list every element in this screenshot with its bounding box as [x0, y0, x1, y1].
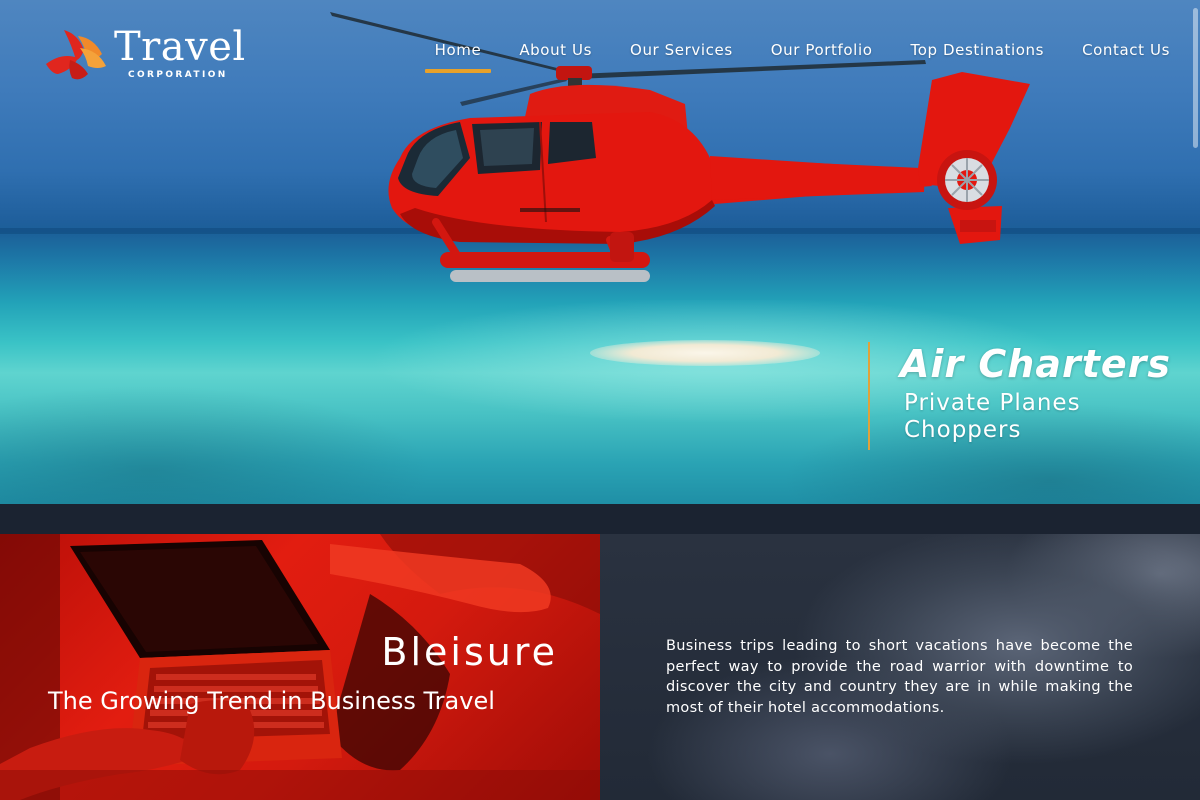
info-paragraph: Business trips leading to short vacation…	[666, 638, 1133, 716]
nav-top-destinations[interactable]: Top Destinations	[911, 40, 1045, 74]
hero-caption: Air Charters Private Planes Choppers	[868, 342, 1172, 450]
section-divider	[0, 504, 1200, 534]
nav-home[interactable]: Home	[424, 40, 491, 74]
bleisure-title: Bleisure	[381, 630, 558, 674]
main-nav: Home About Us Our Services Our Portfolio…	[424, 40, 1170, 74]
scrollbar-thumb[interactable]	[1193, 8, 1198, 148]
bird-logo-icon	[46, 30, 106, 80]
brand-tagline: CORPORATION	[128, 70, 228, 80]
brand-logo[interactable]: Travel CORPORATION	[44, 24, 246, 84]
hero-caption-line: Choppers	[904, 417, 1022, 443]
info-panel: Business trips leading to short vacation…	[600, 534, 1200, 800]
nav-our-services[interactable]: Our Services	[630, 40, 733, 74]
hero-caption-line: Private Planes	[904, 390, 1081, 416]
nav-our-portfolio[interactable]: Our Portfolio	[771, 40, 873, 74]
nav-contact-us[interactable]: Contact Us	[1082, 40, 1170, 74]
hero-caption-lines: Private Planes Choppers	[902, 390, 1168, 444]
bleisure-panel[interactable]: Bleisure The Growing Trend in Business T…	[0, 534, 600, 800]
sandbar-island	[590, 340, 820, 366]
nav-about-us[interactable]: About Us	[519, 40, 592, 74]
hero-caption-title: Air Charters	[900, 342, 1172, 386]
bleisure-subtitle: The Growing Trend in Business Travel	[48, 687, 495, 715]
brand-name: Travel	[114, 24, 246, 70]
